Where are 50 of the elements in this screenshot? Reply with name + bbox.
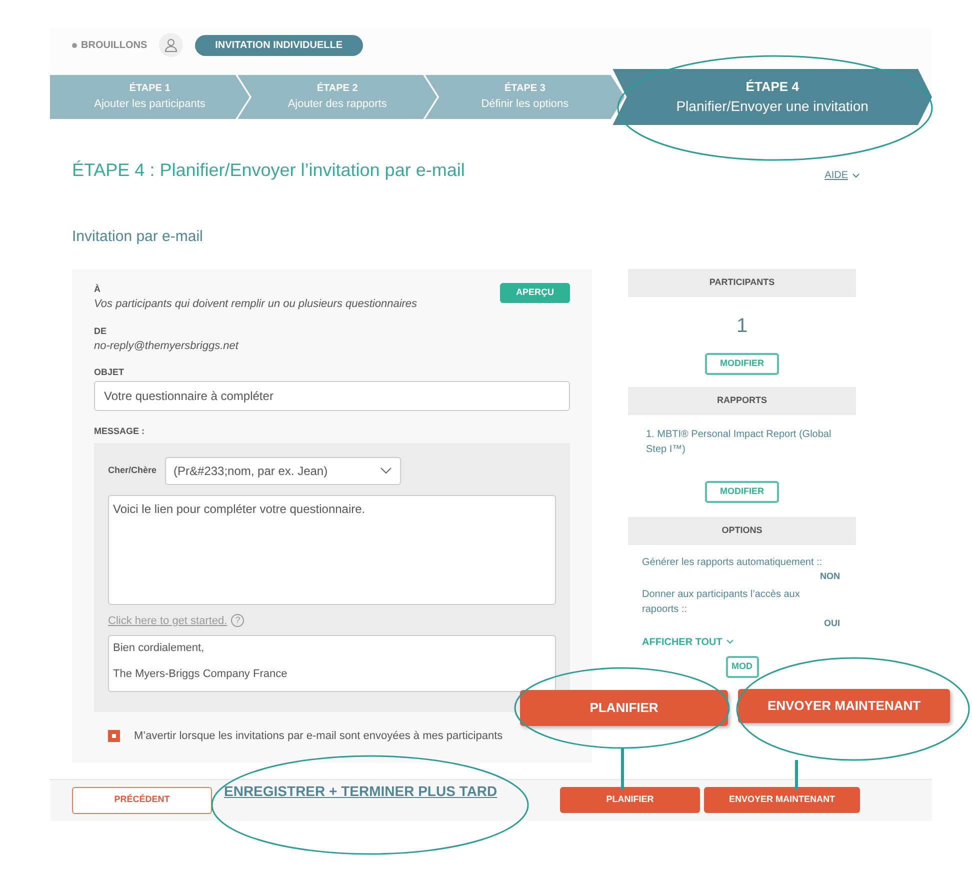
send-now-button[interactable]: ENVOYER MAINTENANT <box>704 787 860 813</box>
field-label: À <box>94 282 102 296</box>
section-heading: PARTICIPANTS <box>628 268 856 296</box>
leader-line <box>621 748 624 790</box>
step-tab[interactable]: ÉTAPE 1 Ajouter les participants <box>50 75 250 119</box>
get-started-link[interactable]: Click here to get started. <box>108 612 228 629</box>
modify-button[interactable]: MODIFIER <box>705 480 779 502</box>
notify-label: M’avertir lorsque les invitations par e-mail sont envoyées à mes participants <box>134 729 503 744</box>
subject-field[interactable]: Votre questionnaire à compléter <box>94 381 570 411</box>
page-title: ÉTAPE 4 : Planifier/Envoyer l’invitation par e-mail <box>72 159 465 182</box>
salutation-label: Cher/Chère <box>108 464 157 477</box>
schedule-button[interactable]: PLANIFIER <box>560 787 700 813</box>
preview-button[interactable]: APERÇU <box>500 282 570 302</box>
invitation-type-badge: INVITATION INDIVIDUELLE <box>195 34 363 56</box>
section-title: Invitation par e-mail <box>72 227 204 247</box>
step-tab[interactable]: ÉTAPE 3 Définir les options <box>425 75 625 119</box>
option-value: NON <box>820 570 840 582</box>
field-label: MESSAGE : <box>94 425 146 438</box>
show-all-link[interactable]: AFFICHER TOUT <box>642 634 842 650</box>
salutation-dropdown[interactable]: (Pr&#233;nom, par ex. Jean) <box>164 456 401 484</box>
modify-button[interactable]: MODIFIER <box>705 352 779 374</box>
send-now-callout-button[interactable]: ENVOYER MAINTENANT <box>738 689 950 723</box>
participant-count: 1 <box>735 314 749 338</box>
chevron-down-icon <box>726 639 734 645</box>
option-value: OUI <box>824 617 840 630</box>
message-body-field[interactable]: Voici le lien pour compléter votre questionnaire. <box>108 494 556 604</box>
notify-checkbox[interactable] <box>108 730 120 742</box>
chevron-down-icon <box>380 466 392 474</box>
save-later-link[interactable]: ENREGISTRER + TERMINER PLUS TARD <box>224 780 498 802</box>
field-label: OBJET <box>94 366 126 378</box>
section-heading: RAPPORTS <box>628 386 856 414</box>
leader-line <box>795 760 798 790</box>
help-icon[interactable]: ? <box>231 614 244 628</box>
modify-button[interactable]: MOD <box>726 656 758 678</box>
option-label: Donner aux participants l’accès aux rapoorts :: <box>642 588 801 617</box>
field-label: DE <box>94 324 108 338</box>
option-label: Générer les rapports automatiquement :: <box>642 556 824 570</box>
section-heading: OPTIONS <box>628 516 856 544</box>
schedule-callout-button[interactable]: PLANIFIER <box>520 690 728 726</box>
previous-button[interactable]: PRÉCÉDENT <box>72 786 212 814</box>
signature-field[interactable]: Bien cordialement, The Myers-Briggs Company France <box>108 635 556 692</box>
report-item: 1. MBTI® Personal Impact Report (Global Step I™) <box>645 428 832 456</box>
recipients-text: Vos participants qui doivent remplir un ou plusieurs questionnaires <box>94 297 418 312</box>
step-tab[interactable]: ÉTAPE 2 Ajouter des rapports <box>238 75 438 119</box>
help-link[interactable]: AIDE <box>824 167 860 184</box>
user-icon <box>159 33 184 57</box>
chevron-down-icon <box>852 172 860 178</box>
step-tab[interactable]: ÉTAPE 4 Planifier/Envoyer une invitation <box>612 69 932 125</box>
status-label: BROUILLONS <box>72 38 148 52</box>
sender-text: no-reply@themyersbriggs.net <box>94 339 240 354</box>
